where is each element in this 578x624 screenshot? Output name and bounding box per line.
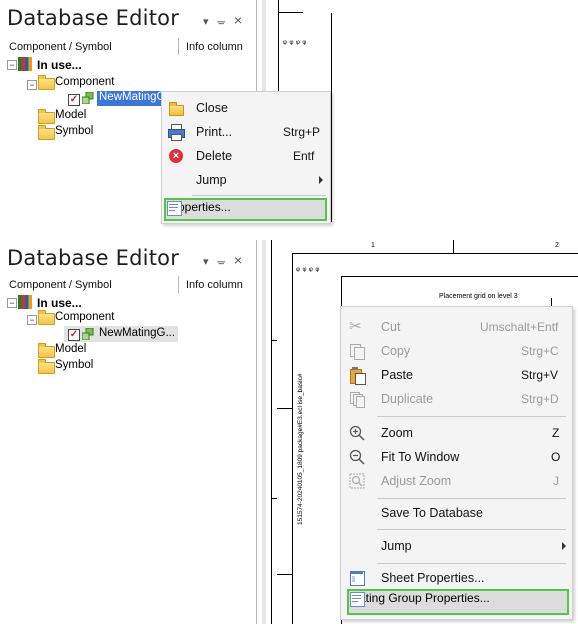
column-number: 1 (371, 242, 375, 249)
delete-icon: × (168, 148, 184, 164)
close-icon[interactable]: × (234, 252, 242, 268)
zoom-in-icon (349, 425, 365, 441)
panel-header-controls: ▾ ᚚ × (194, 252, 242, 268)
folder-icon (38, 343, 55, 358)
tree-item-selected[interactable]: NewMatingG (97, 91, 167, 106)
checkbox[interactable]: ✓ (68, 329, 80, 341)
sheet-border (341, 276, 578, 277)
menu-item-properties[interactable]: Properties... (164, 198, 327, 221)
column-header-info[interactable]: Info column (186, 279, 243, 291)
tree-item-in-use[interactable]: In use... (37, 296, 82, 310)
folder-icon (38, 109, 55, 124)
tree-item-symbol[interactable]: Symbol (55, 359, 93, 371)
mating-group-icon (82, 328, 94, 340)
menu-item-save-to-database[interactable]: Save To Database (341, 501, 572, 525)
mating-group-icon (82, 92, 94, 104)
tree-item-selected[interactable]: NewMatingG... (99, 327, 175, 339)
menu-item-sheet-properties[interactable]: Sheet Properties... (341, 566, 572, 590)
dropdown-icon[interactable]: ▾ (203, 255, 209, 268)
collapse-icon[interactable]: − (27, 315, 37, 325)
zoom-fit-icon (349, 449, 365, 465)
duplicate-icon (349, 391, 365, 408)
grid-label: Placement grid on level 3 (439, 293, 518, 300)
chevron-right-icon (319, 176, 323, 184)
pin-icon[interactable]: ᚚ (218, 255, 226, 268)
canvas-markers: ᵠ ᵠ ᵠ ᵠ (296, 265, 320, 275)
tree-item-in-use[interactable]: In use... (37, 58, 82, 72)
context-menu: ✂ Cut Umschalt+Entf Copy Strg+C Paste St… (340, 306, 573, 620)
tree-item-model[interactable]: Model (55, 109, 86, 121)
sheet-border (292, 253, 578, 254)
column-header-info[interactable]: Info column (186, 41, 243, 53)
tree-item-symbol[interactable]: Symbol (55, 125, 93, 137)
collapse-icon[interactable]: − (7, 298, 17, 308)
checkbox[interactable]: ✓ (68, 94, 80, 106)
printer-icon (168, 124, 185, 141)
menu-separator (192, 195, 326, 196)
menu-separator (377, 563, 566, 564)
menu-item-jump[interactable]: Jump (341, 534, 572, 558)
sheet-properties-icon (349, 570, 365, 586)
pin-icon[interactable]: ᚚ (218, 15, 226, 28)
scissors-icon: ✂ (349, 318, 362, 335)
menu-item-print[interactable]: Print... Strg+P (162, 120, 330, 144)
menu-item-paste[interactable]: Paste Strg+V (341, 363, 572, 387)
column-divider-mark (453, 240, 454, 253)
panel-title: Database Editor (7, 6, 180, 30)
menu-item-adjust-zoom[interactable]: Adjust Zoom J (341, 469, 572, 493)
menu-separator (377, 498, 566, 499)
collapse-icon[interactable]: − (7, 60, 17, 70)
menu-separator (377, 529, 566, 530)
menu-separator (377, 416, 566, 417)
folder-icon (38, 125, 55, 140)
menu-item-zoom[interactable]: Zoom Z (341, 421, 572, 445)
adjust-zoom-icon (349, 473, 365, 489)
panel-border (256, 240, 257, 624)
column-divider[interactable] (178, 38, 179, 55)
column-divider[interactable] (178, 276, 179, 293)
paste-icon (349, 367, 366, 385)
sheet-border (331, 13, 332, 222)
menu-item-close[interactable]: Close (162, 96, 330, 120)
sheet-border (278, 12, 303, 13)
collapse-icon[interactable]: − (27, 80, 37, 90)
column-header-component-symbol[interactable]: Component / Symbol (9, 279, 112, 291)
dropdown-icon[interactable]: ▾ (203, 15, 209, 28)
splitter[interactable] (262, 240, 266, 624)
menu-item-fit-to-window[interactable]: Fit To Window O (341, 445, 572, 469)
menu-item-copy[interactable]: Copy Strg+C (341, 339, 572, 363)
row-divider (277, 574, 292, 575)
folder-open-icon (38, 310, 55, 325)
database-icon (18, 57, 32, 71)
menu-item-delete[interactable]: × Delete Entf (162, 144, 330, 168)
sheet-border (292, 253, 293, 624)
panel-title: Database Editor (7, 246, 180, 270)
folder-icon (38, 359, 55, 374)
menu-item-cut[interactable]: ✂ Cut Umschalt+Entf (341, 315, 572, 339)
chevron-right-icon (562, 542, 566, 550)
row-tick (271, 340, 277, 341)
panel-header-controls: ▾ ᚚ × (194, 12, 242, 28)
tree-view: − In use... − Component ✓ NewMatingG... … (0, 294, 256, 404)
tree-item-component[interactable]: Component (55, 76, 114, 88)
sheet-vertical-label: 151574-20240105_1809 package#E3.ecl ise_… (297, 373, 304, 525)
sheet-border (271, 240, 272, 624)
folder-open-icon (168, 100, 184, 116)
menu-item-duplicate[interactable]: Duplicate Strg+D (341, 387, 572, 411)
folder-open-icon (38, 75, 55, 90)
database-icon (18, 295, 32, 309)
tree-item-model[interactable]: Model (55, 343, 86, 355)
tree-item-component[interactable]: Component (55, 311, 114, 323)
row-divider (277, 408, 292, 409)
menu-item-mating-group-properties[interactable]: Mating Group Properties... (347, 589, 569, 615)
column-number: 2 (555, 242, 559, 249)
canvas-markers: ᵠ ᵠ ᵠ ᵠ (283, 38, 307, 48)
copy-icon (349, 343, 365, 360)
row-tick (271, 498, 277, 499)
close-icon[interactable]: × (234, 12, 242, 28)
menu-item-jump[interactable]: Jump (162, 168, 330, 192)
column-header-component-symbol[interactable]: Component / Symbol (9, 41, 112, 53)
context-menu: Close Print... Strg+P × Delete Entf Jump (161, 91, 331, 224)
